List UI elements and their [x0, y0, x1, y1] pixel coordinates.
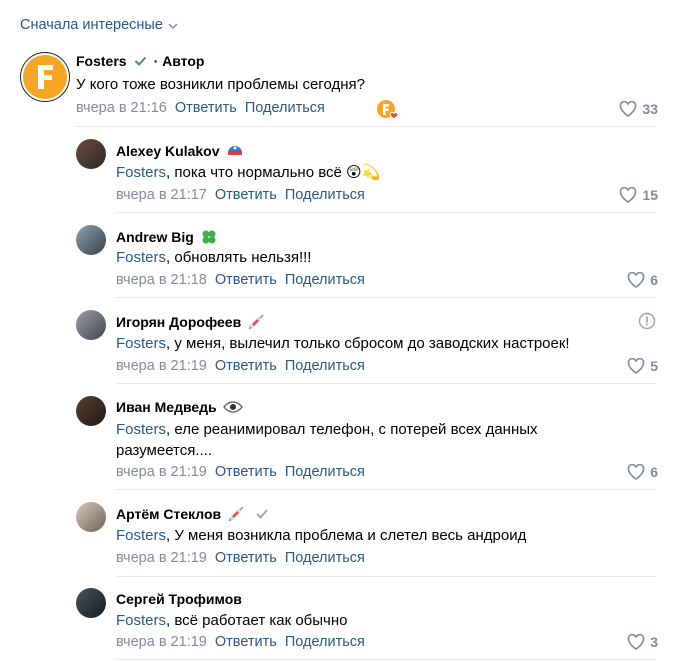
like-button[interactable]: 3: [627, 634, 658, 650]
syringe-icon: [247, 313, 265, 331]
heart-badge-icon: [389, 112, 399, 120]
comment-date[interactable]: вчера в 21:16: [76, 100, 167, 116]
divider: [116, 576, 656, 577]
heart-icon: [627, 634, 645, 650]
reply-button[interactable]: Ответить: [175, 100, 237, 116]
heart-icon: [627, 358, 645, 374]
syringe-icon: [227, 505, 245, 523]
comment-author-name[interactable]: Иван Медведь: [116, 399, 217, 415]
avatar[interactable]: [76, 139, 106, 169]
divider: [116, 212, 656, 213]
share-button[interactable]: Поделиться: [285, 634, 365, 650]
checkmark-icon: [255, 508, 269, 520]
author-label: · Автор: [153, 53, 205, 69]
reply-button[interactable]: Ответить: [215, 550, 277, 566]
avatar[interactable]: [76, 310, 106, 340]
avatar[interactable]: [76, 588, 106, 618]
comment-date[interactable]: вчера в 21:19: [116, 634, 207, 650]
report-icon[interactable]: [638, 312, 656, 335]
comment-body: , еле реанимировал телефон, с потерей вс…: [116, 421, 538, 459]
reply-button[interactable]: Ответить: [215, 187, 277, 203]
sort-dropdown[interactable]: Сначала интересные: [20, 17, 178, 33]
divider: [116, 297, 656, 298]
heart-icon: [627, 272, 645, 288]
liker-avatar[interactable]: [376, 99, 399, 121]
fosters-logo-icon: [21, 53, 69, 101]
comment-text: Fosters, обновлять нельзя!!!: [116, 247, 311, 268]
comment-body: , у меня, вылечил только сбросом до заво…: [166, 335, 570, 352]
comment-date[interactable]: вчера в 21:17: [116, 187, 207, 203]
comment-author-name[interactable]: Alexey Kulakov: [116, 143, 220, 159]
comment-text: Fosters, У меня возникла проблема и слет…: [116, 525, 526, 546]
heart-icon: [620, 101, 637, 117]
chevron-down-icon: [168, 23, 178, 29]
comment-author-name[interactable]: Артём Стеклов: [116, 506, 221, 522]
comment-author-name[interactable]: Игорян Дорофеев: [116, 314, 241, 330]
comment-author-name[interactable]: Andrew Big: [116, 229, 194, 245]
comment-body: , пока что нормально всё 😲💫: [166, 164, 381, 181]
reply-button[interactable]: Ответить: [215, 358, 277, 374]
like-count: 5: [650, 358, 658, 374]
heart-icon: [620, 187, 637, 203]
comment-author-name[interactable]: Fosters: [76, 53, 127, 69]
comment-date[interactable]: вчера в 21:19: [116, 464, 207, 480]
avatar[interactable]: [20, 52, 70, 102]
comment-text: Fosters, всё работает как обычно: [116, 610, 348, 631]
share-button[interactable]: Поделиться: [285, 550, 365, 566]
share-button[interactable]: Поделиться: [285, 272, 365, 288]
share-button[interactable]: Поделиться: [285, 187, 365, 203]
like-count: 6: [650, 272, 658, 288]
eye-icon: [222, 400, 243, 414]
clover-icon: [200, 228, 218, 246]
comment-date[interactable]: вчера в 21:19: [116, 550, 207, 566]
comment-text: У кого тоже возникли проблемы сегодня?: [76, 76, 365, 93]
avatar[interactable]: [76, 396, 106, 426]
comment-body: , обновлять нельзя!!!: [166, 249, 312, 266]
comment-body: , всё работает как обычно: [166, 612, 348, 629]
verified-icon: [133, 54, 148, 69]
comment-author-name[interactable]: Сергей Трофимов: [116, 591, 242, 607]
share-button[interactable]: Поделиться: [245, 100, 325, 116]
mention-link[interactable]: Fosters: [116, 335, 166, 352]
comment-date[interactable]: вчера в 21:18: [116, 272, 207, 288]
avatar[interactable]: [76, 502, 106, 532]
divider: [116, 659, 656, 660]
like-button[interactable]: 6: [627, 272, 658, 288]
mention-link[interactable]: Fosters: [116, 421, 166, 438]
mention-link[interactable]: Fosters: [116, 164, 166, 181]
divider: [116, 383, 656, 384]
divider: [76, 126, 656, 127]
like-count: 6: [650, 464, 658, 480]
comment-body: , У меня возникла проблема и слетел весь…: [166, 527, 527, 544]
like-button[interactable]: 33: [619, 101, 658, 117]
like-count: 3: [650, 634, 658, 650]
heart-icon: [627, 464, 645, 480]
like-button[interactable]: 15: [619, 187, 658, 203]
reply-button[interactable]: Ответить: [215, 634, 277, 650]
like-button[interactable]: 6: [627, 464, 658, 480]
avatar[interactable]: [76, 225, 106, 255]
sort-label: Сначала интересные: [20, 17, 163, 33]
share-button[interactable]: Поделиться: [285, 358, 365, 374]
comment-text: Fosters, еле реанимировал телефон, с пот…: [116, 419, 596, 461]
like-count: 15: [642, 187, 658, 203]
reply-button[interactable]: Ответить: [215, 464, 277, 480]
mention-link[interactable]: Fosters: [116, 527, 166, 544]
divider: [116, 489, 656, 490]
like-count: 33: [642, 101, 658, 117]
reply-button[interactable]: Ответить: [215, 272, 277, 288]
mention-link[interactable]: Fosters: [116, 612, 166, 629]
like-button[interactable]: 5: [627, 358, 658, 374]
mention-link[interactable]: Fosters: [116, 249, 166, 266]
share-button[interactable]: Поделиться: [285, 464, 365, 480]
comment-text: Fosters, пока что нормально всё 😲💫: [116, 162, 380, 183]
comment-text: Fosters, у меня, вылечил только сбросом …: [116, 333, 570, 354]
helmet-icon: [226, 142, 244, 160]
comment-date[interactable]: вчера в 21:19: [116, 358, 207, 374]
